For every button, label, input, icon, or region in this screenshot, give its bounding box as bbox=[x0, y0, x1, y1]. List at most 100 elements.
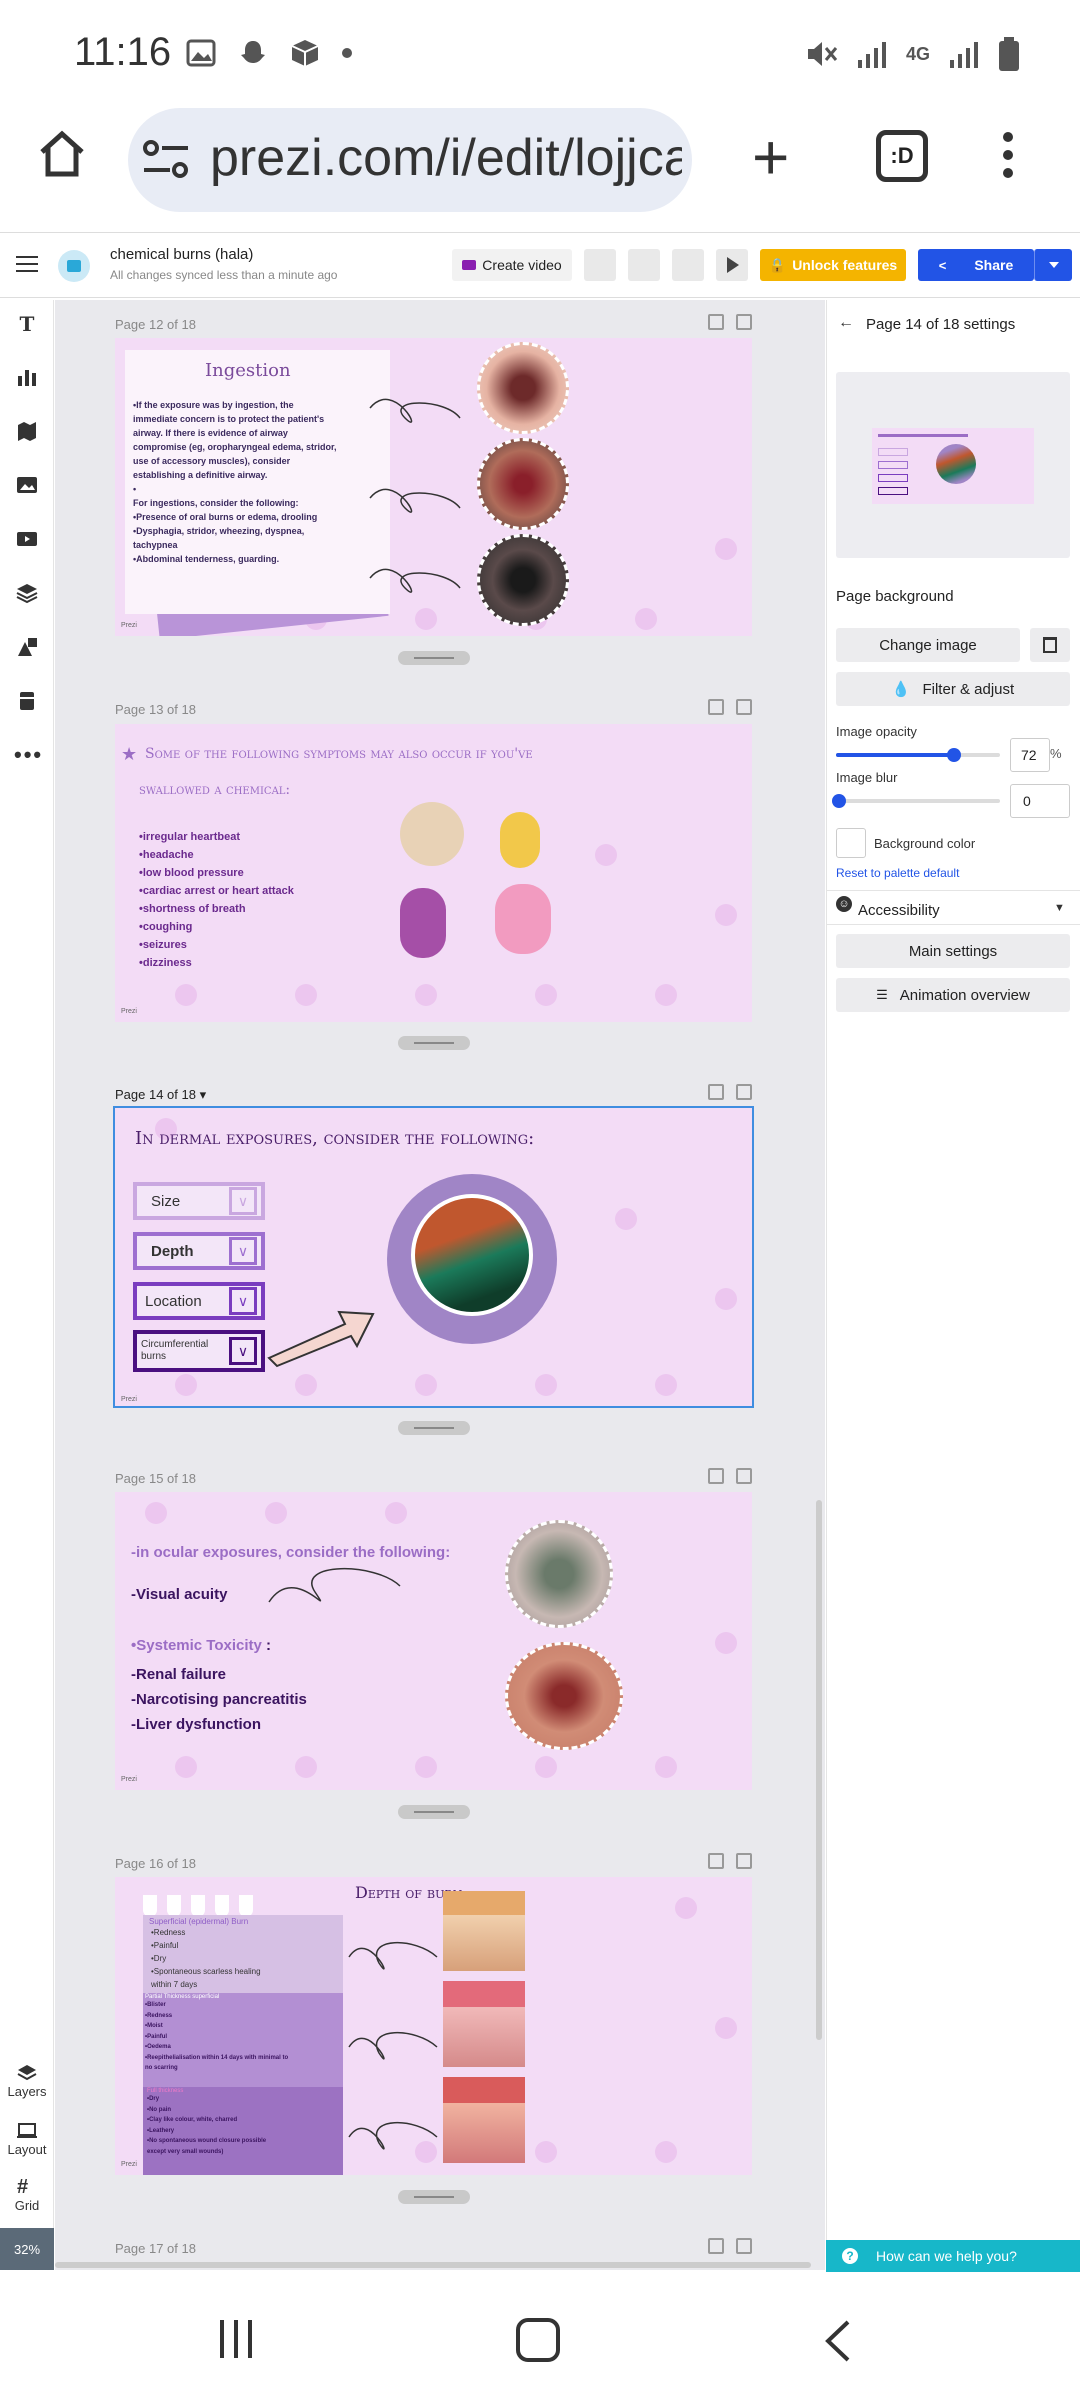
notes-icon[interactable] bbox=[584, 249, 616, 281]
slide-thumbnail-selected[interactable]: In dermal exposures, consider the follow… bbox=[113, 1106, 754, 1408]
chevron-down-icon[interactable]: ▼ bbox=[1054, 902, 1065, 914]
map-tool-icon[interactable] bbox=[16, 420, 38, 442]
blur-slider-knob[interactable] bbox=[832, 794, 846, 808]
unlock-features-button[interactable]: 🔒 Unlock features bbox=[760, 249, 906, 281]
eye-burn-photo bbox=[505, 1642, 623, 1750]
image-tool-icon[interactable] bbox=[16, 474, 38, 496]
present-icon[interactable] bbox=[716, 249, 748, 281]
duplicate-icon[interactable] bbox=[708, 1853, 724, 1869]
grid-icon[interactable]: # bbox=[17, 2176, 28, 2199]
layers-icon[interactable] bbox=[17, 2064, 37, 2082]
drag-handle[interactable] bbox=[398, 1805, 470, 1819]
drag-handle[interactable] bbox=[398, 651, 470, 665]
burn-feature: •Clay like colour, white, charred bbox=[147, 2117, 238, 2123]
systemic-item: -Narcotising pancreatitis bbox=[131, 1691, 307, 1708]
download-icon[interactable] bbox=[672, 249, 704, 281]
duplicate-icon[interactable] bbox=[708, 2238, 724, 2254]
more-tools-icon[interactable]: ••• bbox=[14, 742, 43, 768]
text-tool-icon[interactable]: T bbox=[14, 312, 40, 338]
comments-icon[interactable] bbox=[628, 249, 660, 281]
slide-text-line: tachypnea bbox=[133, 540, 178, 550]
page-label[interactable]: Page 14 of 18 ▾ bbox=[115, 1087, 206, 1103]
slide-thumbnail[interactable]: Ingestion •If the exposure was by ingest… bbox=[115, 338, 752, 636]
chart-tool-icon[interactable] bbox=[16, 366, 38, 388]
burn-feature: •Leathery bbox=[147, 2127, 175, 2134]
trash-icon[interactable] bbox=[736, 314, 752, 330]
option-box: Size ∨ bbox=[133, 1182, 265, 1220]
duplicate-icon[interactable] bbox=[708, 1084, 724, 1100]
layout-icon[interactable] bbox=[17, 2122, 37, 2138]
layout-label[interactable]: Layout bbox=[0, 2142, 54, 2157]
burn-feature: •Blister bbox=[145, 2002, 166, 2008]
layers-label[interactable]: Layers bbox=[0, 2084, 54, 2099]
blur-input[interactable]: 0 bbox=[1010, 784, 1070, 818]
create-video-button[interactable]: Create video bbox=[452, 249, 572, 281]
reset-palette-link[interactable]: Reset to palette default bbox=[836, 866, 959, 880]
dot-icon bbox=[342, 48, 352, 58]
partial-block: Partial Thickness superficial •Blister •R… bbox=[143, 1993, 343, 2087]
layers-tool-icon[interactable] bbox=[16, 582, 38, 604]
star-icon: ★ bbox=[121, 744, 138, 764]
slide-thumbnail[interactable]: Superficial (epidermal) Burn •Redness •Pa… bbox=[115, 1877, 752, 2175]
video-tool-icon[interactable] bbox=[16, 528, 38, 550]
share-dropdown-icon[interactable] bbox=[1034, 249, 1072, 281]
vertical-scrollbar[interactable] bbox=[816, 1500, 822, 2040]
accessibility-label[interactable]: Accessibility bbox=[858, 902, 940, 919]
main-settings-button[interactable]: Main settings bbox=[836, 934, 1070, 968]
skin-layer-illustration bbox=[443, 1981, 525, 2067]
more-menu-icon[interactable] bbox=[1000, 132, 1016, 178]
recent-apps-icon[interactable] bbox=[220, 2320, 252, 2358]
drag-handle[interactable] bbox=[398, 1421, 470, 1435]
symptom-item: •cardiac arrest or heart attack bbox=[139, 885, 294, 897]
animation-overview-button[interactable]: ☰ Animation overview bbox=[836, 978, 1070, 1012]
home-nav-icon[interactable] bbox=[516, 2318, 560, 2362]
trash-icon[interactable] bbox=[736, 1468, 752, 1484]
back-arrow-icon[interactable]: ← bbox=[838, 314, 854, 332]
share-icon: < bbox=[938, 257, 947, 273]
slide-text-line: compromise (eg, oropharyngeal edema, str… bbox=[133, 442, 337, 452]
sick-child-illustration bbox=[400, 802, 464, 866]
trash-icon[interactable] bbox=[736, 699, 752, 715]
vomiting-girl-illustration bbox=[495, 884, 551, 954]
url-text[interactable]: prezi.com/i/edit/lojjca bbox=[210, 128, 682, 188]
trash-icon[interactable] bbox=[736, 1853, 752, 1869]
duplicate-icon[interactable] bbox=[708, 1468, 724, 1484]
blur-track[interactable] bbox=[836, 799, 1000, 803]
slide-thumbnail[interactable]: ★ Some of the following symptoms may als… bbox=[115, 724, 752, 1022]
filter-adjust-button[interactable]: 💧 Filter & adjust bbox=[836, 672, 1070, 706]
trash-icon[interactable] bbox=[736, 1084, 752, 1100]
new-tab-icon[interactable]: + bbox=[752, 120, 789, 194]
grid-label[interactable]: Grid bbox=[0, 2198, 54, 2213]
back-nav-icon[interactable] bbox=[822, 2318, 852, 2364]
drag-handle[interactable] bbox=[398, 1036, 470, 1050]
duplicate-icon[interactable] bbox=[708, 314, 724, 330]
trash-icon[interactable] bbox=[736, 2238, 752, 2254]
page-label: Page 16 of 18 bbox=[115, 1856, 196, 1871]
tabs-button[interactable]: :D bbox=[876, 130, 928, 182]
help-button[interactable]: ? How can we help you? bbox=[826, 2240, 1080, 2272]
zoom-level[interactable]: 32% bbox=[0, 2228, 54, 2270]
background-color-swatch[interactable] bbox=[836, 828, 866, 858]
sticker-tool-icon[interactable] bbox=[16, 690, 38, 712]
drag-handle[interactable] bbox=[398, 2190, 470, 2204]
slide-text-line: immediate concern is to protect the pati… bbox=[133, 414, 325, 424]
doc-title[interactable]: chemical burns (hala) bbox=[110, 246, 253, 263]
opacity-slider-knob[interactable] bbox=[947, 748, 962, 762]
horizontal-scrollbar[interactable] bbox=[55, 2262, 811, 2268]
burn-feature: •Dry bbox=[151, 1954, 167, 1963]
slide-thumbnail[interactable]: -in ocular exposures, consider the follo… bbox=[115, 1492, 752, 1790]
list-icon: ☰ bbox=[876, 987, 888, 1002]
site-settings-icon[interactable] bbox=[142, 140, 190, 180]
slide-text-line: use of accessory muscles), consider bbox=[133, 456, 291, 466]
prezi-badge: Prezi bbox=[121, 1008, 137, 1015]
home-icon[interactable] bbox=[36, 128, 88, 180]
hamburger-icon[interactable] bbox=[16, 256, 38, 272]
change-image-button[interactable]: Change image bbox=[836, 628, 1020, 662]
duplicate-icon[interactable] bbox=[708, 699, 724, 715]
share-button[interactable]: < Share bbox=[918, 249, 1034, 281]
shapes-tool-icon[interactable] bbox=[16, 636, 38, 658]
opacity-input[interactable]: 72 bbox=[1010, 738, 1050, 772]
slide-text-line: For ingestions, consider the following: bbox=[133, 498, 299, 508]
delete-image-icon[interactable] bbox=[1030, 628, 1070, 662]
status-bar: 11:16 4G bbox=[0, 0, 1080, 110]
